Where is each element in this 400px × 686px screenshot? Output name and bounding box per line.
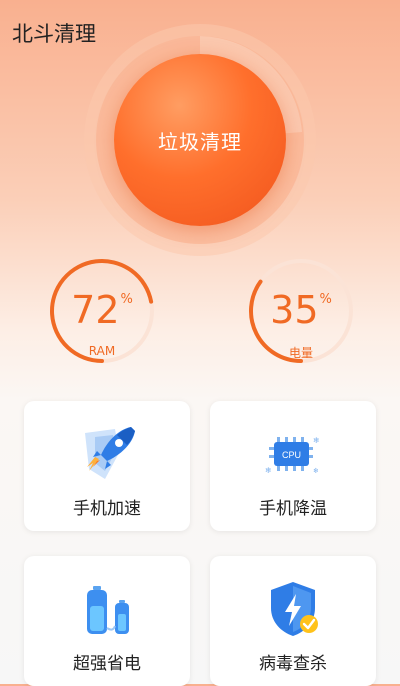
ram-value: 72% (71, 288, 133, 332)
rocket-icon (85, 427, 135, 479)
svg-text:❄: ❄ (313, 436, 320, 445)
battery-label: 电量 (288, 346, 313, 360)
phone-boost-card[interactable]: 手机加速 (24, 401, 190, 531)
cpu-badge-text: CPU (282, 450, 301, 460)
battery-gauge: 35% 电量 (246, 256, 356, 366)
battery-value: 35% (270, 288, 332, 332)
junk-clean-button[interactable]: 垃圾清理 (114, 54, 286, 226)
svg-text:❄: ❄ (265, 466, 272, 475)
shield-icon (271, 582, 318, 636)
clean-orb: 垃圾清理 (84, 24, 316, 256)
cpu-icon: CPU ❄ ❄ ❄ (265, 436, 320, 475)
phone-cool-card[interactable]: CPU ❄ ❄ ❄ 手机降温 (210, 401, 376, 531)
junk-clean-label: 垃圾清理 (158, 129, 242, 154)
power-save-label: 超强省电 (73, 654, 141, 674)
virus-scan-label: 病毒查杀 (259, 654, 327, 674)
battery-icon (87, 586, 129, 634)
virus-scan-card[interactable]: 病毒查杀 (210, 556, 376, 686)
ram-label: RAM (88, 344, 116, 358)
phone-boost-label: 手机加速 (73, 499, 141, 519)
phone-cool-label: 手机降温 (259, 499, 327, 519)
power-save-card[interactable]: 超强省电 (24, 556, 190, 686)
ram-gauge: 72% RAM (47, 256, 157, 366)
svg-text:❄: ❄ (313, 467, 319, 475)
